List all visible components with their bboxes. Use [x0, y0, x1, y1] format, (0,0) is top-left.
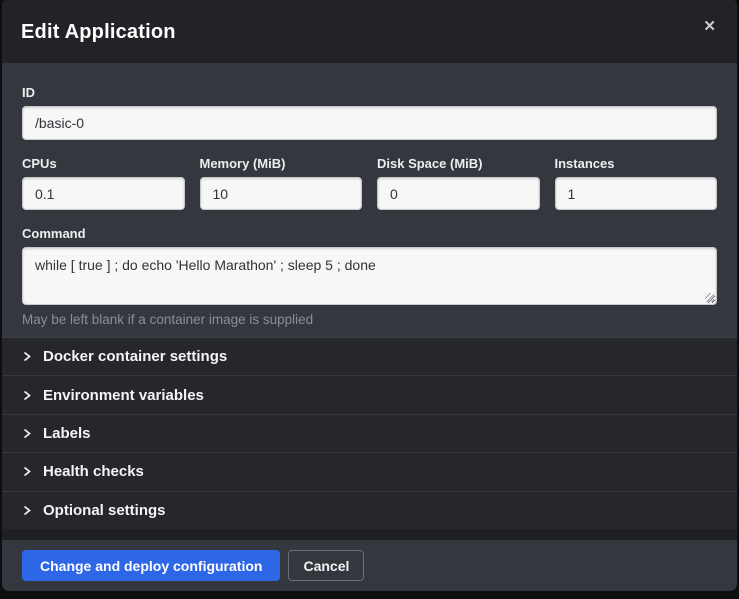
disk-label: Disk Space (MiB) [377, 156, 540, 171]
command-field-group: Command while [ true ] ; do echo 'Hello … [22, 226, 717, 327]
cpus-label: CPUs [22, 156, 185, 171]
memory-input[interactable] [200, 177, 363, 210]
chevron-right-icon [22, 390, 32, 401]
section-toggle-health-checks[interactable]: Health checks [2, 452, 737, 490]
modal-footer: Change and deploy configuration Cancel [2, 540, 737, 591]
section-toggle-optional-settings[interactable]: Optional settings [2, 491, 737, 529]
section-label: Docker container settings [43, 348, 227, 365]
section-toggle-environment-variables[interactable]: Environment variables [2, 375, 737, 413]
footer-divider [2, 529, 737, 540]
section-toggle-docker-container-settings[interactable]: Docker container settings [2, 338, 737, 375]
id-field-group: ID [22, 85, 717, 140]
chevron-right-icon [22, 351, 32, 362]
chevron-right-icon [22, 428, 32, 439]
resources-row: CPUs Memory (MiB) Disk Space (MiB) Insta… [22, 156, 717, 210]
submit-button[interactable]: Change and deploy configuration [22, 550, 280, 581]
chevron-right-icon [22, 466, 32, 477]
section-label: Labels [43, 425, 91, 442]
id-label: ID [22, 85, 717, 100]
close-button[interactable]: ✕ [699, 15, 720, 38]
edit-application-form: ID CPUs Memory (MiB) Disk Space (MiB) In… [2, 63, 737, 337]
command-textarea[interactable]: while [ true ] ; do echo 'Hello Marathon… [22, 247, 717, 305]
disk-input[interactable] [377, 177, 540, 210]
cancel-button[interactable]: Cancel [288, 550, 364, 581]
instances-field-group: Instances [555, 156, 718, 210]
section-label: Optional settings [43, 502, 166, 519]
collapsible-sections: Docker container settings Environment va… [2, 337, 737, 529]
close-icon: ✕ [703, 18, 716, 35]
instances-label: Instances [555, 156, 718, 171]
section-toggle-labels[interactable]: Labels [2, 414, 737, 452]
modal-title: Edit Application [21, 21, 176, 44]
memory-field-group: Memory (MiB) [200, 156, 363, 210]
cpus-field-group: CPUs [22, 156, 185, 210]
cpus-input[interactable] [22, 177, 185, 210]
edit-application-modal: Edit Application ✕ ID CPUs Memory (MiB) … [2, 0, 737, 591]
section-label: Environment variables [43, 387, 204, 404]
section-label: Health checks [43, 463, 144, 480]
command-help-text: May be left blank if a container image i… [22, 312, 717, 327]
modal-header: Edit Application ✕ [2, 1, 737, 63]
instances-input[interactable] [555, 177, 718, 210]
disk-field-group: Disk Space (MiB) [377, 156, 540, 210]
command-label: Command [22, 226, 717, 241]
memory-label: Memory (MiB) [200, 156, 363, 171]
id-input[interactable] [22, 106, 717, 140]
chevron-right-icon [22, 505, 32, 516]
